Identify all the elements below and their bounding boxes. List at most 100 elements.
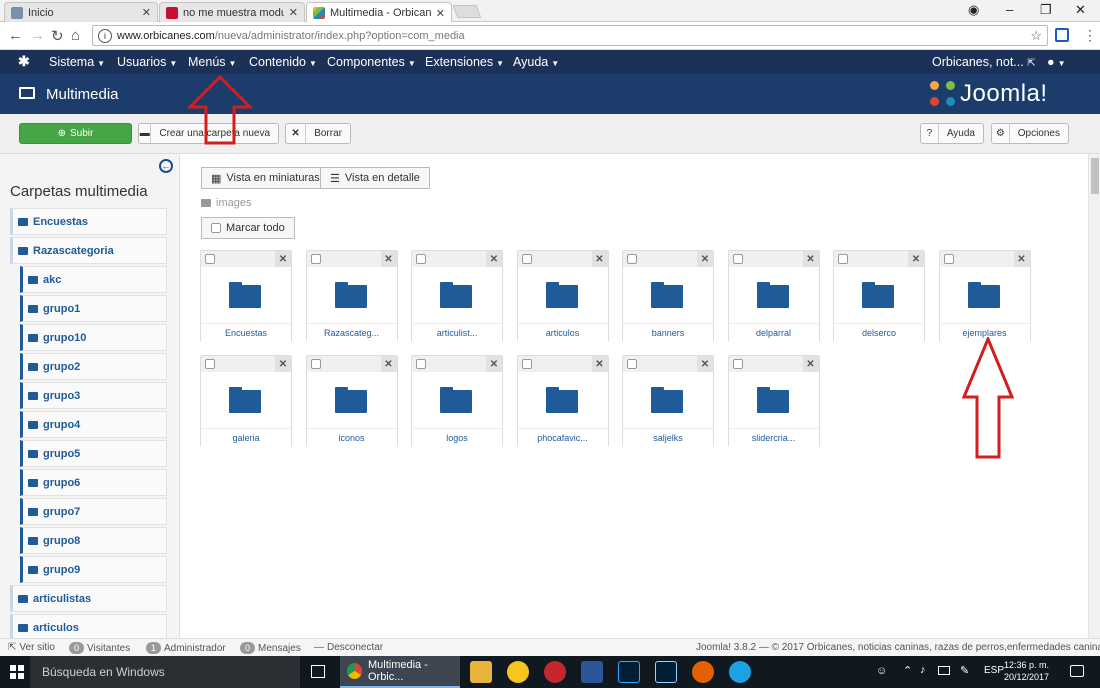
chevron-up-icon[interactable]: ⌃ bbox=[903, 664, 912, 677]
delete-x-icon[interactable]: ✕ bbox=[802, 356, 819, 372]
file-explorer-icon[interactable] bbox=[470, 661, 492, 683]
detail-view-button[interactable]: ☰ Vista en detalle bbox=[320, 167, 430, 189]
delete-x-icon[interactable]: ✕ bbox=[908, 251, 924, 267]
network-icon[interactable] bbox=[938, 666, 950, 675]
folder-icon[interactable] bbox=[651, 282, 683, 308]
browser-tab-inicio[interactable]: Inicio ✕ bbox=[4, 2, 158, 22]
card-checkbox[interactable] bbox=[310, 254, 321, 264]
sidebar-folder-item[interactable]: grupo9 bbox=[20, 556, 167, 583]
word-icon[interactable] bbox=[581, 661, 603, 683]
sidebar-folder-item[interactable]: grupo7 bbox=[20, 498, 167, 525]
card-checkbox[interactable] bbox=[416, 254, 426, 264]
menu-componentes[interactable]: Componentes ▼ bbox=[327, 55, 416, 69]
delete-button[interactable]: ✕ Borrar bbox=[285, 123, 351, 144]
folder-name[interactable]: Encuestas bbox=[201, 323, 291, 342]
delete-x-icon[interactable]: ✕ bbox=[486, 356, 502, 372]
folder-icon[interactable] bbox=[651, 387, 683, 413]
folder-icon[interactable] bbox=[545, 282, 578, 308]
delete-x-icon[interactable]: ✕ bbox=[591, 356, 608, 372]
folder-icon[interactable] bbox=[862, 282, 894, 308]
volume-icon[interactable]: ♪ bbox=[920, 664, 926, 676]
sidebar-folder-item[interactable]: Razascategoria bbox=[10, 237, 167, 264]
folder-icon[interactable] bbox=[440, 282, 472, 308]
folder-card[interactable]: ✕ Encuestas bbox=[200, 250, 292, 342]
pen-icon[interactable]: ✎ bbox=[960, 664, 969, 677]
view-site-link[interactable]: ⇱ Ver sitio bbox=[8, 642, 55, 653]
sidebar-folder-item[interactable]: akc bbox=[20, 266, 167, 293]
folder-card[interactable]: ✕ articulist... bbox=[411, 250, 503, 342]
folder-card[interactable]: ✕ logos bbox=[411, 355, 503, 447]
delete-x-icon[interactable]: ✕ bbox=[697, 251, 713, 267]
folder-card[interactable]: ✕ Razascateg... bbox=[305, 250, 398, 342]
folder-card[interactable]: ✕ articulos bbox=[516, 250, 609, 342]
card-checkbox[interactable] bbox=[732, 254, 743, 264]
sidebar-folder-item[interactable]: grupo1 bbox=[20, 295, 167, 322]
browser-tab-multimedia[interactable]: Multimedia - Orbicanes. ✕ bbox=[306, 2, 452, 23]
folder-icon[interactable] bbox=[756, 387, 789, 413]
folder-name[interactable]: iconos bbox=[306, 428, 397, 447]
joomla-menu-icon[interactable]: ✱ bbox=[18, 53, 30, 70]
windows-start-icon[interactable] bbox=[10, 665, 24, 679]
sidebar-folder-item[interactable]: grupo8 bbox=[20, 527, 167, 554]
minimize-icon[interactable]: – bbox=[1006, 2, 1013, 17]
back-arrow-icon[interactable]: ← bbox=[8, 27, 23, 44]
new-tab-button[interactable] bbox=[452, 5, 482, 18]
close-tab-icon[interactable]: ✕ bbox=[289, 6, 298, 19]
thumbnail-view-button[interactable]: ▦ Vista en miniaturas bbox=[201, 167, 330, 189]
restore-icon[interactable]: ❐ bbox=[1040, 2, 1052, 18]
folder-name[interactable]: ejemplares bbox=[939, 323, 1030, 342]
delete-x-icon[interactable]: ✕ bbox=[697, 356, 713, 372]
folder-icon[interactable] bbox=[545, 387, 578, 413]
card-checkbox[interactable] bbox=[521, 359, 532, 369]
site-info-icon[interactable]: i bbox=[98, 28, 112, 43]
folder-icon[interactable] bbox=[756, 282, 789, 308]
home-icon[interactable]: ⌂ bbox=[71, 27, 80, 44]
logout-link[interactable]: — Desconectar bbox=[314, 642, 383, 653]
folder-name[interactable]: galeria bbox=[201, 428, 291, 447]
folder-name[interactable]: articulos bbox=[517, 323, 608, 342]
scrollbar-thumb[interactable] bbox=[1091, 158, 1099, 194]
card-checkbox[interactable] bbox=[627, 254, 637, 264]
extension-icon[interactable] bbox=[1055, 28, 1069, 42]
visitors-status[interactable]: 0 Visitantes bbox=[69, 642, 130, 654]
card-checkbox[interactable] bbox=[416, 359, 426, 369]
folder-name[interactable]: logos bbox=[412, 428, 502, 447]
app-icon[interactable] bbox=[507, 661, 529, 683]
folder-name[interactable]: banners bbox=[623, 323, 713, 342]
delete-x-icon[interactable]: ✕ bbox=[380, 356, 397, 372]
forward-arrow-icon[interactable]: → bbox=[30, 27, 45, 44]
new-folder-button[interactable]: ▬ Crear una carpeta nueva bbox=[138, 123, 279, 144]
folder-card[interactable]: ✕ saljelks bbox=[622, 355, 714, 447]
task-view-icon[interactable] bbox=[311, 665, 325, 678]
menu-menus[interactable]: Menús ▼ bbox=[188, 55, 236, 69]
language-indicator[interactable]: ESP bbox=[984, 665, 1004, 676]
folder-icon[interactable] bbox=[967, 282, 1000, 308]
app-icon[interactable] bbox=[544, 661, 566, 683]
internet-explorer-icon[interactable] bbox=[729, 661, 751, 683]
menu-extensiones[interactable]: Extensiones ▼ bbox=[425, 55, 504, 69]
menu-contenido[interactable]: Contenido ▼ bbox=[249, 55, 317, 69]
folder-name[interactable]: slidercria... bbox=[728, 428, 819, 447]
card-checkbox[interactable] bbox=[521, 254, 532, 264]
folder-name[interactable]: articulist... bbox=[412, 323, 502, 342]
menu-dots-icon[interactable]: ⋮ bbox=[1083, 27, 1097, 44]
card-checkbox[interactable] bbox=[205, 254, 215, 264]
select-all-button[interactable]: Marcar todo bbox=[201, 217, 295, 239]
action-center-icon[interactable] bbox=[1070, 665, 1084, 677]
taskbar-chrome-app[interactable]: Multimedia - Orbic... bbox=[340, 656, 460, 688]
folder-card[interactable]: ✕ delserco bbox=[833, 250, 925, 342]
clock[interactable]: 12:36 p. m. 20/12/2017 bbox=[1004, 659, 1049, 683]
delete-x-icon[interactable]: ✕ bbox=[1013, 251, 1030, 267]
delete-x-icon[interactable]: ✕ bbox=[380, 251, 397, 267]
admin-status[interactable]: 1 Administrador bbox=[146, 642, 226, 654]
menu-usuarios[interactable]: Usuarios ▼ bbox=[117, 55, 177, 69]
people-icon[interactable]: ☺ bbox=[876, 665, 887, 677]
sidebar-folder-item[interactable]: grupo10 bbox=[20, 324, 167, 351]
folder-icon[interactable] bbox=[229, 282, 261, 308]
menu-ayuda[interactable]: Ayuda ▼ bbox=[513, 55, 559, 69]
folder-name[interactable]: phocafavic... bbox=[517, 428, 608, 447]
folder-icon[interactable] bbox=[440, 387, 472, 413]
card-checkbox[interactable] bbox=[310, 359, 321, 369]
folder-card[interactable]: ✕ ejemplares bbox=[938, 250, 1031, 342]
lightroom-icon[interactable] bbox=[655, 661, 677, 683]
